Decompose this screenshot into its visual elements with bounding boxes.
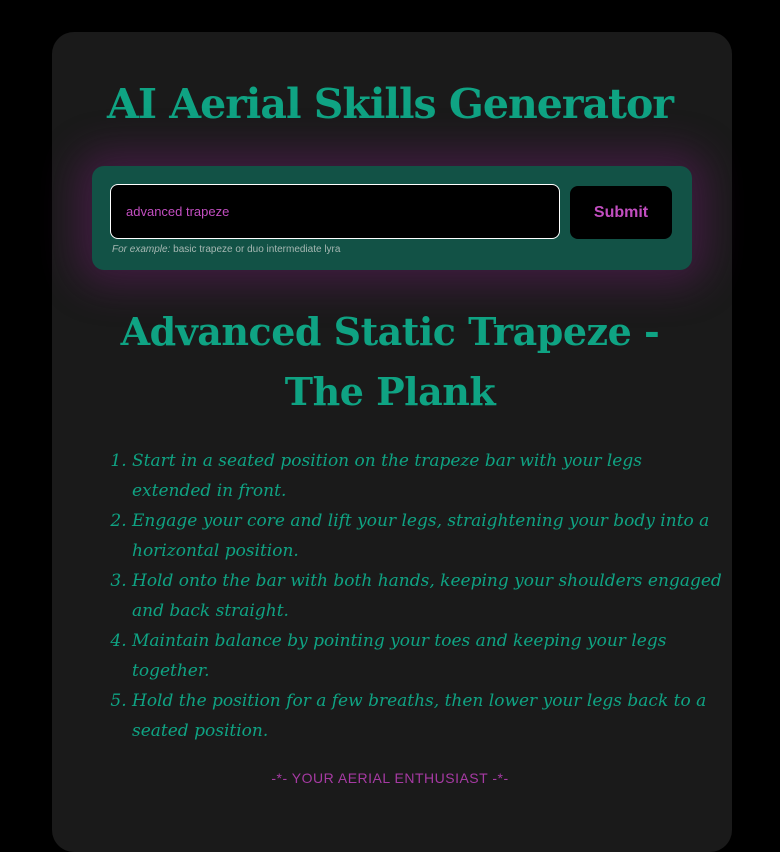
signature: -*- YOUR AERIAL ENTHUSIAST -*- — [271, 770, 509, 786]
steps-list: Start in a seated position on the trapez… — [106, 446, 722, 746]
example-hint-text: basic trapeze or duo intermediate lyra — [173, 244, 341, 255]
step-item: Hold the position for a few breaths, the… — [132, 686, 722, 746]
generator-form: Submit For example: basic trapeze or duo… — [92, 166, 692, 270]
example-hint-prefix: For example: — [112, 244, 171, 255]
step-item: Engage your core and lift your legs, str… — [132, 506, 722, 566]
skill-prompt-input[interactable] — [110, 184, 560, 239]
example-hint: For example: basic trapeze or duo interm… — [112, 244, 340, 255]
app-title: AI Aerial Skills Generator — [107, 80, 674, 128]
submit-button[interactable]: Submit — [570, 186, 672, 239]
step-item: Hold onto the bar with both hands, keepi… — [132, 566, 722, 626]
step-item: Maintain balance by pointing your toes a… — [132, 626, 722, 686]
result-title: Advanced Static Trapeze - The Plank — [120, 309, 660, 414]
step-item: Start in a seated position on the trapez… — [132, 446, 722, 506]
